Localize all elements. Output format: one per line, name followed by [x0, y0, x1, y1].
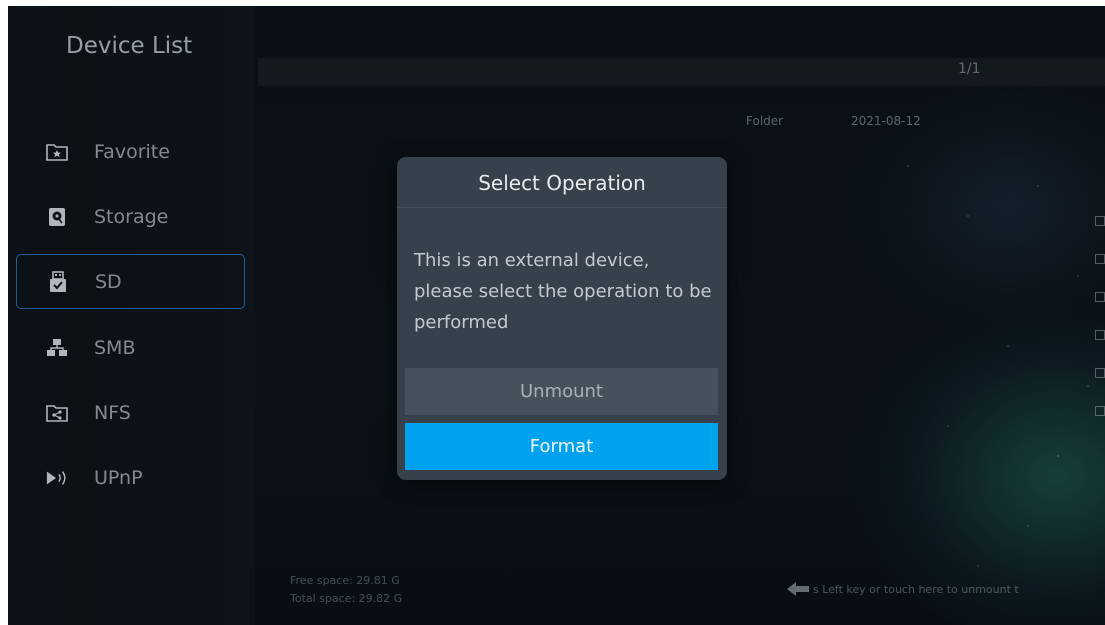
file-manager-screen: ▸ ▸ 1/1 Folder 2021-08-12 Free space: 29…	[8, 6, 1105, 625]
dialog-divider	[397, 207, 727, 208]
format-button[interactable]: Format	[405, 423, 718, 470]
select-operation-dialog: Select Operation This is an external dev…	[397, 157, 727, 480]
dialog-title: Select Operation	[478, 171, 646, 195]
dialog-message: This is an external device, please selec…	[414, 250, 712, 333]
unmount-button[interactable]: Unmount	[405, 368, 718, 415]
